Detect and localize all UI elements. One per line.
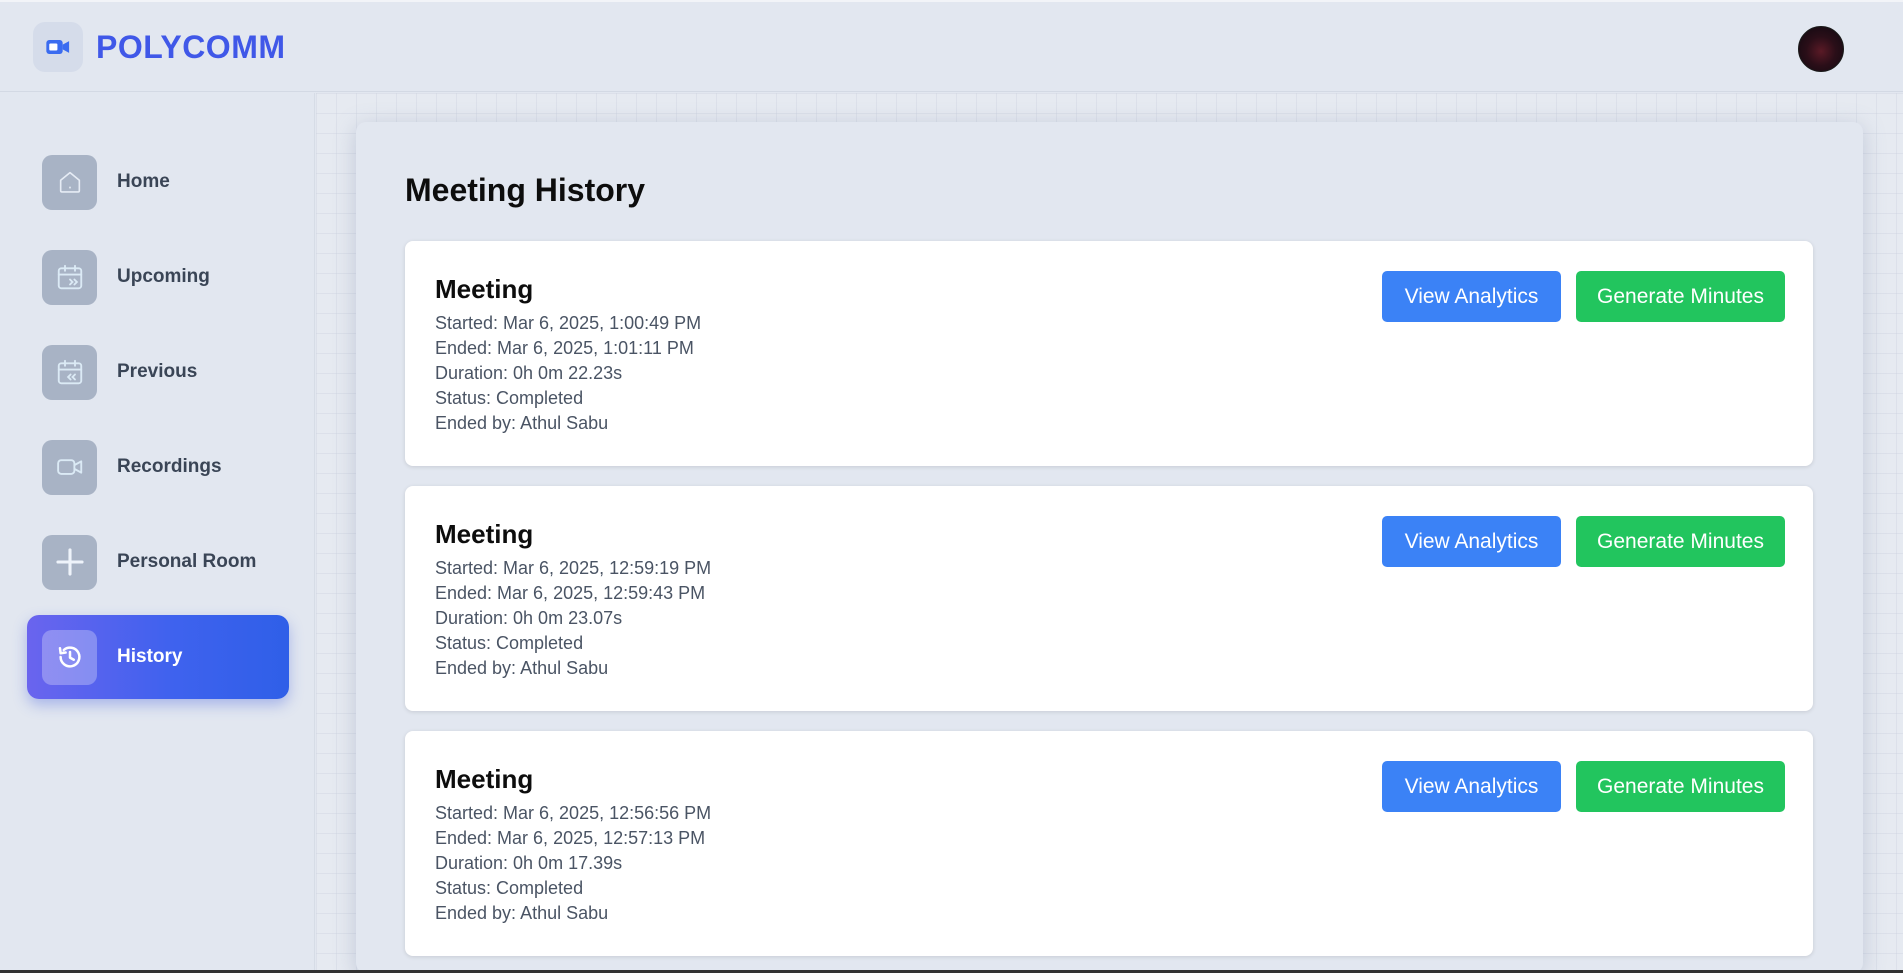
meeting-duration: Duration: 0h 0m 23.07s [435,608,623,628]
meeting-started: Started: Mar 6, 2025, 1:00:49 PM [435,313,702,333]
sidebar-item-label: Home [117,171,170,192]
meeting-status: Status: Completed [435,388,584,408]
sidebar-item-label: Upcoming [117,266,210,287]
view-analytics-button[interactable]: View Analytics [1382,516,1561,567]
video-icon [42,439,97,495]
sidebar-item-label: Recordings [117,456,222,477]
view-analytics-button[interactable]: View Analytics [1382,271,1561,322]
calendar-previous-icon [42,344,97,400]
meeting-ended: Ended: Mar 6, 2025, 12:59:43 PM [435,583,706,603]
app-name[interactable]: POLYCOMM [96,29,286,66]
video-camera-icon [46,40,70,54]
meeting-title: Meeting [435,274,534,304]
sidebar-item-previous[interactable]: Previous [27,330,289,414]
plus-icon [42,534,97,590]
meeting-duration: Duration: 0h 0m 22.23s [435,363,623,383]
meeting-ended-by: Ended by: Athul Sabu [435,658,609,678]
meeting-card: Meeting Started: Mar 6, 2025, 12:59:19 P… [405,486,1813,711]
sidebar-item-home[interactable]: Home [27,140,289,224]
sidebar-item-history[interactable]: History [27,615,289,699]
meeting-card: Meeting Started: Mar 6, 2025, 1:00:49 PM… [405,241,1813,466]
sidebar-item-label: History [117,646,183,667]
generate-minutes-button[interactable]: Generate Minutes [1576,761,1785,812]
sidebar-item-personal-room[interactable]: Personal Room [27,520,289,604]
meeting-status: Status: Completed [435,633,584,653]
meeting-duration: Duration: 0h 0m 17.39s [435,853,623,873]
sidebar-item-upcoming[interactable]: Upcoming [27,235,289,319]
meeting-ended: Ended: Mar 6, 2025, 12:57:13 PM [435,828,706,848]
meeting-ended-by: Ended by: Athul Sabu [435,903,609,923]
generate-minutes-button[interactable]: Generate Minutes [1576,516,1785,567]
calendar-upcoming-icon [42,249,97,305]
top-bar: POLYCOMM [0,0,1903,92]
sidebar-item-recordings[interactable]: Recordings [27,425,289,509]
generate-minutes-button[interactable]: Generate Minutes [1576,271,1785,322]
history-icon [42,629,97,685]
meeting-card: Meeting Started: Mar 6, 2025, 12:56:56 P… [405,731,1813,956]
view-analytics-button[interactable]: View Analytics [1382,761,1561,812]
meeting-title: Meeting [435,519,534,549]
meeting-status: Status: Completed [435,878,584,898]
logo[interactable] [33,22,83,72]
meeting-started: Started: Mar 6, 2025, 12:56:56 PM [435,803,712,823]
meeting-ended: Ended: Mar 6, 2025, 1:01:11 PM [435,338,694,358]
meeting-started: Started: Mar 6, 2025, 12:59:19 PM [435,558,712,578]
sidebar-item-label: Personal Room [117,551,257,572]
meeting-ended-by: Ended by: Athul Sabu [435,413,609,433]
page-title: Meeting History [405,172,646,208]
meeting-title: Meeting [435,764,534,794]
sidebar-item-label: Previous [117,361,198,382]
home-icon [42,154,97,210]
user-avatar[interactable] [1798,26,1844,72]
